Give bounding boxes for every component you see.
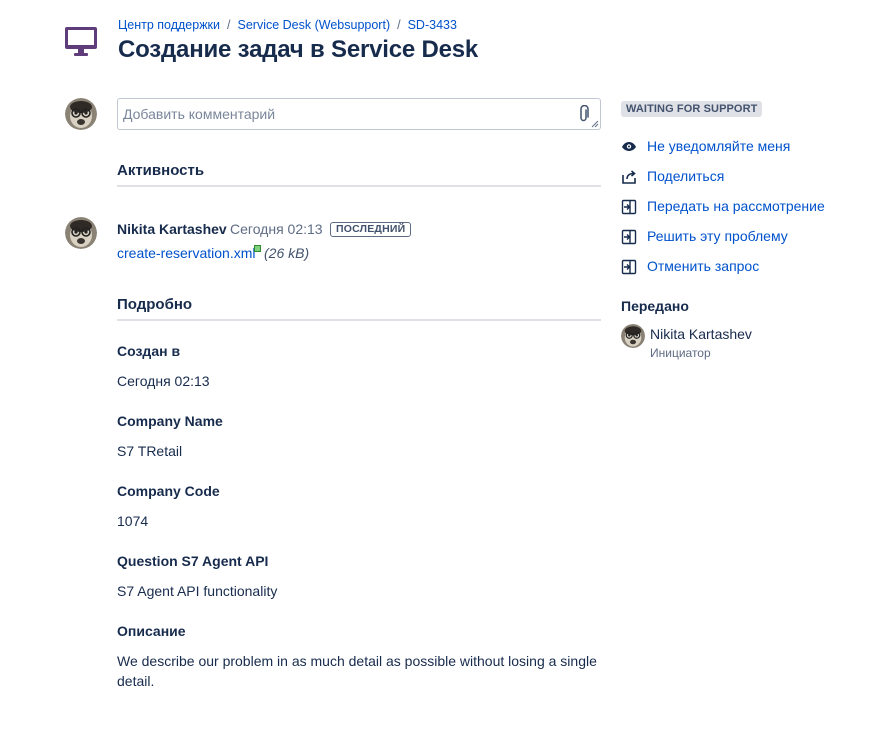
action-label: Передать на рассмотрение (647, 198, 825, 214)
transition-icon (621, 259, 637, 275)
breadcrumb-service-desk[interactable]: Service Desk (Websupport) (238, 18, 391, 32)
status-badge: WAITING FOR SUPPORT (621, 101, 763, 117)
share-icon (622, 170, 636, 184)
attachment-link[interactable]: create-reservation.xml (117, 245, 256, 261)
field-label-description: Описание (117, 623, 186, 639)
attachment-size: (26 kB) (264, 245, 310, 261)
field-value-description: We describe our problem in as much detai… (117, 653, 597, 689)
avatar (65, 217, 97, 249)
field-label-created: Создан в (117, 343, 181, 359)
comment-field[interactable] (117, 98, 601, 130)
avatar (621, 324, 645, 348)
action-label: Поделиться (647, 168, 725, 184)
resize-handle-icon[interactable] (591, 120, 599, 128)
field-label-company-name: Company Name (117, 413, 223, 429)
xml-file-icon (254, 245, 261, 252)
avatar (65, 98, 97, 130)
breadcrumb-issue-key[interactable]: SD-3433 (408, 18, 457, 32)
breadcrumb-separator: / (397, 18, 401, 32)
latest-badge: ПОСЛЕДНИЙ (330, 222, 412, 237)
transition-icon (621, 199, 637, 215)
page-title: Создание задач в Service Desk (118, 36, 479, 63)
paperclip-icon[interactable] (578, 105, 590, 123)
details-heading: Подробно (117, 296, 601, 321)
assigned-heading: Передано (621, 298, 689, 314)
action-label: Не уведомляйте меня (647, 138, 791, 154)
assignee-name: Nikita Kartashev (650, 326, 752, 342)
field-value-question: S7 Agent API functionality (117, 583, 278, 599)
field-label-company-code: Company Code (117, 483, 220, 499)
breadcrumb-separator: / (227, 18, 231, 32)
breadcrumb-help-center[interactable]: Центр поддержки (118, 18, 220, 32)
monitor-icon (65, 27, 97, 56)
field-value-company-code: 1074 (117, 513, 149, 529)
field-value-created: Сегодня 02:13 (117, 373, 210, 389)
activity-time: Сегодня 02:13 (230, 221, 323, 237)
activity-heading: Активность (117, 162, 601, 187)
action-label: Отменить запрос (647, 258, 760, 274)
activity-author: Nikita Kartashev (117, 221, 227, 237)
breadcrumb: Центр поддержки / Service Desk (Websupport… (118, 18, 457, 32)
field-label-question: Question S7 Agent API (117, 553, 269, 569)
eye-icon (622, 142, 636, 151)
action-label: Решить эту проблему (647, 228, 788, 244)
field-value-company-name: S7 TRetail (117, 443, 183, 459)
assignee-role: Инициатор (650, 346, 711, 360)
transition-icon (621, 229, 637, 245)
comment-input[interactable] (123, 100, 563, 128)
